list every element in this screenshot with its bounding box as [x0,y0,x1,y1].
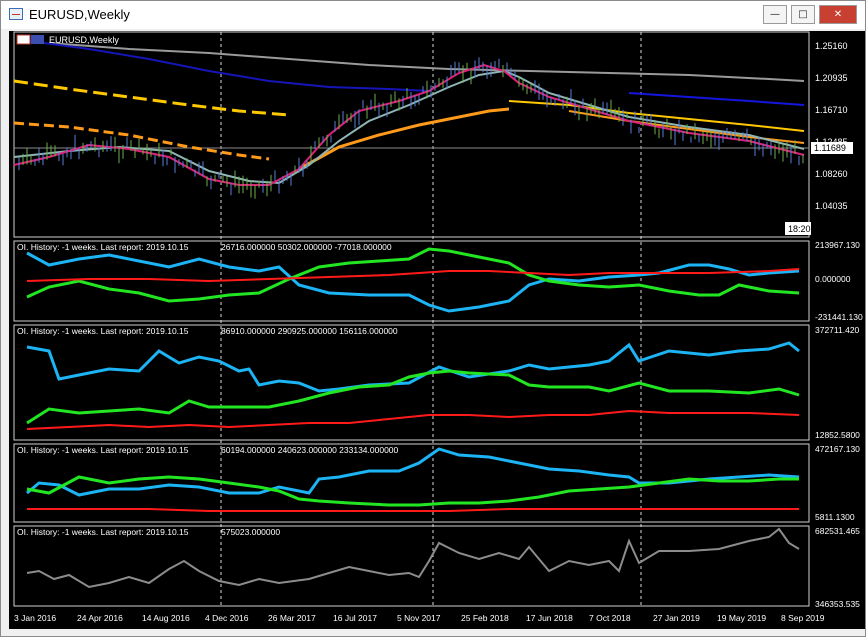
panel-4-scale-top: 682531.465 [815,526,860,536]
x-tick-13: 8 Sep 2019 [781,613,825,623]
panel-2-blue-line [26,341,800,393]
symbol-flag-icon [16,34,31,45]
panel-3-values: 60194.000000 240623.000000 233134.000000 [221,445,399,455]
oi-panel-4-frame [13,525,810,607]
chart-window-icon [9,8,23,20]
panel-2-scale-bottom: 12852.5800 [815,430,860,440]
panel-4-values: 575023.000000 [221,527,280,537]
close-button[interactable]: ✕ [819,5,857,24]
panel-2-green-line [26,369,800,425]
panel-3-header: OI. History: -1 weeks. Last report: 2019… [17,445,189,455]
ma-magenta [13,63,805,186]
x-tick-9: 17 Jun 2018 [526,613,573,623]
x-tick-6: 16 Jul 2017 [333,613,377,623]
x-tick-8: 25 Feb 2018 [461,613,509,623]
panel-3-green-line [26,475,799,507]
time-label: 18:20 [788,224,811,234]
window-title: EURUSD,Weekly [29,7,130,22]
x-tick-5: 26 Mar 2017 [268,613,316,623]
x-tick-3: 14 Aug 2016 [142,613,190,623]
panel-3-scale-top: 472167.130 [815,444,860,454]
title-bar[interactable]: EURUSD,Weekly — □ ✕ [1,1,865,29]
panel-2-scale-top: 372711.420 [815,325,860,335]
minimize-button[interactable]: — [763,5,787,24]
panel-2-values: 86910.000000 290925.000000 156116.000000 [221,326,398,336]
x-tick-1: 3 Jan 2016 [14,613,56,623]
panel-1-blue-line [26,251,800,313]
price-tick-2: 1.20935 [815,73,848,83]
terminal-window: EURUSD,Weekly — □ ✕ 1.25160 1.20935 1.16… [0,0,866,637]
chart-area[interactable]: 1.25160 1.20935 1.16710 1.12485 1.08260 … [9,31,865,629]
panel-4-scale-bottom: 346353.535 [815,599,860,609]
oi-panel-1-frame [13,240,810,322]
price-tick-1: 1.25160 [815,41,848,51]
panel-2-red-line [26,409,800,430]
period-separators [220,32,642,606]
panel-3-blue-line [26,447,800,497]
symbol-label: EURUSD,Weekly [49,35,119,45]
panel-3-red-line [27,508,799,512]
panel-4-header: OI. History: -1 weeks. Last report: 2019… [17,527,189,537]
current-price-label: 1.11689 [814,143,846,153]
panel-2-header: OI. History: -1 weeks. Last report: 2019… [17,326,189,336]
x-tick-2: 24 Apr 2016 [77,613,123,623]
panel-1-scale-mid: 0.000000 [815,274,851,284]
ma-yellow [13,79,290,117]
price-tick-6: 1.04035 [815,201,848,211]
panel-3-scale-bottom: 5811.1300 [815,512,855,522]
price-tick-5: 1.08260 [815,169,848,179]
main-price-frame [13,31,810,238]
price-scale: 1.25160 1.20935 1.16710 1.12485 1.08260 … [815,41,848,211]
currency-flag-icon [31,35,44,44]
ma-navy-right [628,92,805,106]
panel-1-scale-bottom: -231441.130 [815,312,863,322]
panel-1-values: 26716.000000 50302.000000 -77018.000000 [221,242,392,252]
maximize-button[interactable]: □ [791,5,815,24]
panel-1-header: OI. History: -1 weeks. Last report: 2019… [17,242,189,252]
panel-4-gray-line [26,527,800,589]
x-tick-4: 4 Dec 2016 [205,613,249,623]
x-tick-10: 7 Oct 2018 [589,613,631,623]
x-tick-11: 27 Jan 2019 [653,613,700,623]
price-tick-3: 1.16710 [815,105,848,115]
x-tick-7: 5 Nov 2017 [397,613,441,623]
x-tick-12: 19 May 2019 [717,613,766,623]
panel-1-green-line [26,247,800,303]
panel-1-scale-top: 213967.130 [815,240,860,250]
panel-1-red-line [26,268,800,283]
time-scale: 3 Jan 2016 24 Apr 2016 14 Aug 2016 4 Dec… [14,613,825,623]
